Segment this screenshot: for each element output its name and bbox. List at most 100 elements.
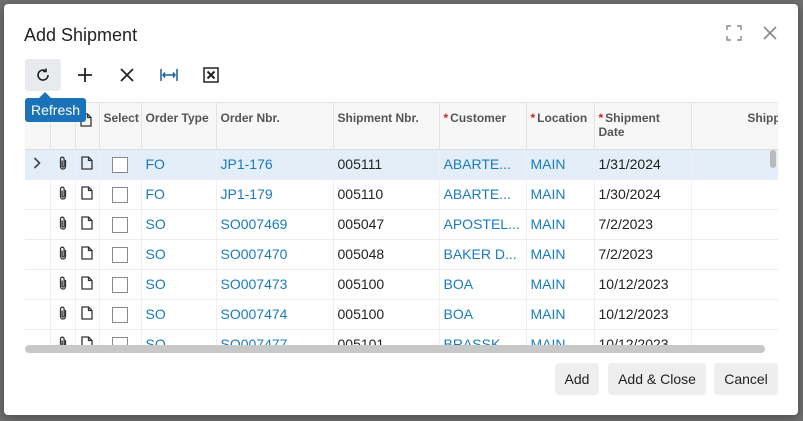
- shipment-nbr-cell[interactable]: 005100: [333, 269, 440, 300]
- shipment-date-column-header[interactable]: * Shipment Date: [594, 103, 692, 150]
- table-row[interactable]: FOJP1-179005110ABARTE...MAIN1/30/20241.0…: [25, 179, 778, 210]
- shipped-qty-cell[interactable]: 20.00: [691, 299, 778, 330]
- customer-cell[interactable]: BOA: [439, 269, 527, 300]
- select-column-header[interactable]: Select: [99, 103, 142, 150]
- select-checkbox[interactable]: [112, 156, 128, 173]
- row-attachment-cell[interactable]: [50, 329, 76, 345]
- shipment-nbr-cell[interactable]: 005111: [333, 149, 440, 180]
- customer-cell[interactable]: BOA: [439, 299, 527, 330]
- shipped-qty-cell[interactable]: 20.00: [691, 239, 778, 270]
- row-select-cell[interactable]: [99, 299, 142, 330]
- maximize-button[interactable]: [723, 22, 745, 44]
- location-cell[interactable]: MAIN: [526, 269, 595, 300]
- row-expand-cell[interactable]: [25, 149, 51, 180]
- shipment-nbr-cell[interactable]: 005047: [333, 209, 440, 240]
- select-checkbox[interactable]: [112, 216, 128, 233]
- shipment-nbr-column-header[interactable]: Shipment Nbr.: [333, 103, 440, 150]
- order-type-cell[interactable]: SO: [141, 209, 217, 240]
- delete-row-button[interactable]: [109, 59, 145, 91]
- horizontal-scrollbar[interactable]: [25, 345, 765, 353]
- table-row[interactable]: SOSO007473005100BOAMAIN10/12/202315.00: [25, 269, 778, 300]
- customer-cell[interactable]: BRASSKEY...: [439, 329, 527, 345]
- add-close-button[interactable]: Add & Close: [608, 363, 706, 395]
- order-type-cell[interactable]: SO: [141, 239, 217, 270]
- shipped-qty-cell[interactable]: 1.00: [691, 179, 778, 210]
- row-note-cell[interactable]: [75, 299, 100, 330]
- row-attachment-cell[interactable]: [50, 179, 76, 210]
- row-select-cell[interactable]: [99, 179, 142, 210]
- customer-cell[interactable]: BAKER D...: [439, 239, 527, 270]
- shipment-date-cell[interactable]: 10/12/2023: [594, 329, 692, 345]
- table-row[interactable]: FOJP1-176005111ABARTE...MAIN1/31/20242.0…: [25, 149, 778, 180]
- order-nbr-cell[interactable]: JP1-179: [216, 179, 334, 210]
- row-note-cell[interactable]: [75, 209, 100, 240]
- table-row[interactable]: SOSO007470005048BAKER D...MAIN7/2/202320…: [25, 239, 778, 270]
- table-row[interactable]: SOSO007469005047APOSTEL...MAIN7/2/202320…: [25, 209, 778, 240]
- fit-columns-button[interactable]: [151, 59, 187, 91]
- order-nbr-column-header[interactable]: Order Nbr.: [216, 103, 334, 150]
- row-select-cell[interactable]: [99, 149, 142, 180]
- order-type-cell[interactable]: FO: [141, 179, 217, 210]
- shipment-nbr-cell[interactable]: 005048: [333, 239, 440, 270]
- location-cell[interactable]: MAIN: [526, 179, 595, 210]
- row-expand-cell[interactable]: [25, 179, 51, 210]
- customer-column-header[interactable]: * Customer: [439, 103, 527, 150]
- order-nbr-cell[interactable]: SO007477: [216, 329, 334, 345]
- select-checkbox[interactable]: [112, 306, 128, 323]
- shipment-nbr-cell[interactable]: 005100: [333, 299, 440, 330]
- order-type-cell[interactable]: SO: [141, 269, 217, 300]
- vertical-scrollbar[interactable]: [770, 150, 776, 168]
- shipment-date-cell[interactable]: 7/2/2023: [594, 209, 692, 240]
- row-select-cell[interactable]: [99, 239, 142, 270]
- shipment-date-cell[interactable]: 1/30/2024: [594, 179, 692, 210]
- row-expand-cell[interactable]: [25, 269, 51, 300]
- order-type-column-header[interactable]: Order Type: [141, 103, 217, 150]
- row-note-cell[interactable]: [75, 329, 100, 345]
- shipped-qty-cell[interactable]: 2.00: [691, 329, 778, 345]
- close-dialog-button[interactable]: [759, 22, 781, 44]
- shipment-nbr-cell[interactable]: 005101: [333, 329, 440, 345]
- row-expand-cell[interactable]: [25, 209, 51, 240]
- row-expand-cell[interactable]: [25, 239, 51, 270]
- row-note-cell[interactable]: [75, 179, 100, 210]
- row-attachment-cell[interactable]: [50, 149, 76, 180]
- table-row[interactable]: SO SO007477 005101 BRASSKEY... MAIN 10/12/202…: [25, 329, 778, 345]
- order-nbr-cell[interactable]: SO007469: [216, 209, 334, 240]
- table-row[interactable]: SOSO007474005100BOAMAIN10/12/202320.00: [25, 299, 778, 330]
- shipped-qty-column-header[interactable]: Shipped Qty.: [691, 103, 778, 150]
- row-note-cell[interactable]: [75, 239, 100, 270]
- order-nbr-cell[interactable]: SO007470: [216, 239, 334, 270]
- select-checkbox[interactable]: [112, 336, 128, 345]
- shipment-nbr-cell[interactable]: 005110: [333, 179, 440, 210]
- shipment-date-cell[interactable]: 10/12/2023: [594, 269, 692, 300]
- customer-cell[interactable]: ABARTE...: [439, 179, 527, 210]
- customer-cell[interactable]: APOSTEL...: [439, 209, 527, 240]
- location-cell[interactable]: MAIN: [526, 299, 595, 330]
- row-attachment-cell[interactable]: [50, 269, 76, 300]
- row-note-cell[interactable]: [75, 269, 100, 300]
- add-row-button[interactable]: [67, 59, 103, 91]
- location-cell[interactable]: MAIN: [526, 329, 595, 345]
- location-cell[interactable]: MAIN: [526, 209, 595, 240]
- row-select-cell[interactable]: [99, 209, 142, 240]
- shipped-qty-cell[interactable]: 15.00: [691, 269, 778, 300]
- add-button[interactable]: Add: [555, 363, 599, 395]
- shipment-date-cell[interactable]: 10/12/2023: [594, 299, 692, 330]
- refresh-button[interactable]: [25, 59, 61, 91]
- order-nbr-cell[interactable]: JP1-176: [216, 149, 334, 180]
- select-checkbox[interactable]: [112, 276, 128, 293]
- location-cell[interactable]: MAIN: [526, 239, 595, 270]
- select-checkbox[interactable]: [112, 246, 128, 263]
- shipment-date-cell[interactable]: 7/2/2023: [594, 239, 692, 270]
- select-checkbox[interactable]: [112, 186, 128, 203]
- shipped-qty-cell[interactable]: 2.00: [691, 149, 778, 180]
- shipment-date-cell[interactable]: 1/31/2024: [594, 149, 692, 180]
- customer-cell[interactable]: ABARTE...: [439, 149, 527, 180]
- row-attachment-cell[interactable]: [50, 299, 76, 330]
- row-select-cell[interactable]: [99, 329, 142, 345]
- order-nbr-cell[interactable]: SO007473: [216, 269, 334, 300]
- shipped-qty-cell[interactable]: 20.00: [691, 209, 778, 240]
- export-excel-button[interactable]: [193, 59, 229, 91]
- location-column-header[interactable]: * Location: [526, 103, 595, 150]
- row-expand-cell[interactable]: [25, 329, 51, 345]
